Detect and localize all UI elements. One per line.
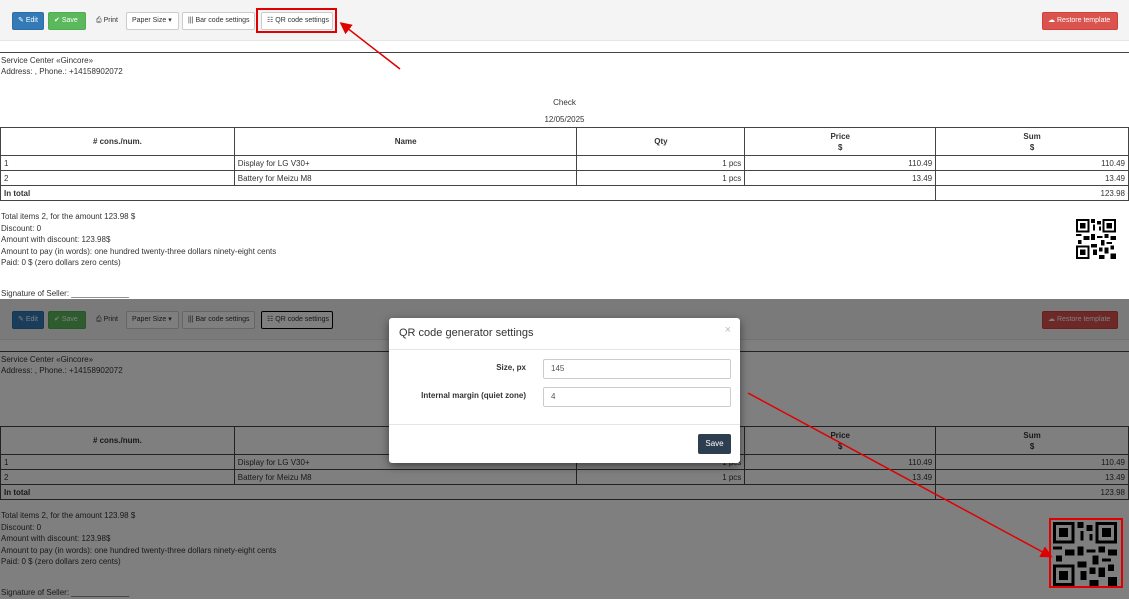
qr-code-image — [1076, 219, 1116, 259]
save-button[interactable]: ✔ Save — [48, 311, 86, 329]
bar-code-settings-button[interactable]: ||| Bar code settings — [182, 12, 255, 30]
margin-label: Internal margin (quiet zone) — [421, 391, 526, 400]
bar-code-settings-button[interactable]: ||| Bar code settings — [182, 311, 255, 329]
receipt-document: Service Center «Gincore» Address: , Phon… — [0, 52, 1129, 300]
caret-down-icon: ▾ — [168, 316, 172, 323]
header-sum: Sum $ — [935, 127, 1129, 156]
print-button[interactable]: ⎙ Print — [90, 12, 120, 30]
restore-template-button[interactable]: ☁ Restore template — [1042, 311, 1118, 329]
cloud-upload-icon: ☁ — [1048, 316, 1055, 323]
margin-input[interactable]: 4 — [543, 387, 731, 407]
table-total-row: In total 123.98 — [0, 484, 1129, 500]
qr-settings-modal: QR code generator settings × Size, px 14… — [389, 318, 740, 463]
check-icon: ✔ — [54, 316, 60, 323]
table-total-row: In total 123.98 — [0, 185, 1129, 201]
header-price: Price $ — [744, 426, 937, 455]
seller-signature: Signature of Seller: _____________ — [1, 289, 130, 298]
modal-title: QR code generator settings — [399, 327, 534, 339]
table-row: 1 Display for LG V30+ 1 pcs 110.49 110.4… — [0, 155, 1129, 171]
size-input[interactable]: 145 — [543, 359, 731, 379]
pencil-icon: ✎ — [18, 17, 24, 24]
paper-size-dropdown[interactable]: Paper Size ▾ — [126, 12, 179, 30]
check-icon: ✔ — [54, 17, 60, 24]
org-name: Service Center «Gincore» — [1, 355, 94, 364]
items-table: # cons./num. Name Qty Price $ Sum $ 1 Disp… — [0, 127, 1129, 201]
size-label: Size, px — [496, 363, 526, 372]
table-row: 2 Battery for Meizu M8 1 pcs 13.49 13.49 — [0, 469, 1129, 485]
modal-save-button[interactable]: Save — [698, 434, 731, 454]
header-price: Price $ — [744, 127, 937, 156]
top-screenshot-panel: ✎ Edit ✔ Save ⎙ Print Paper Size ▾ ||| Bar c… — [0, 0, 1129, 300]
toolbar: ✎ Edit ✔ Save ⎙ Print Paper Size ▾ ||| Bar c… — [0, 0, 1129, 41]
qr-code-settings-button[interactable]: ☷ QR code settings — [261, 311, 333, 329]
org-name: Service Center «Gincore» — [1, 56, 94, 65]
margin-form-row: Internal margin (quiet zone) 4 — [389, 387, 740, 407]
printer-icon: ⎙ — [96, 17, 102, 24]
header-num: # cons./num. — [0, 127, 235, 156]
table-row: 2 Battery for Meizu M8 1 pcs 13.49 13.49 — [0, 170, 1129, 186]
organization-info: Service Center «Gincore» Address: , Phon… — [1, 354, 123, 376]
size-form-row: Size, px 145 — [389, 359, 740, 379]
summary-block: Total items 2, for the amount 123.98 $ D… — [1, 511, 277, 566]
header-qty: Qty — [576, 127, 746, 156]
close-icon[interactable]: × — [725, 324, 731, 336]
summary-block: Total items 2, for the amount 123.98 $ D… — [1, 212, 277, 267]
barcode-icon: ||| — [188, 17, 194, 24]
caret-down-icon: ▾ — [168, 17, 172, 24]
pencil-icon: ✎ — [18, 316, 24, 323]
org-contact: Address: , Phone.: +14158902072 — [1, 366, 123, 375]
header-num: # cons./num. — [0, 426, 235, 455]
seller-signature: Signature of Seller: _____________ — [1, 588, 130, 597]
paper-size-dropdown[interactable]: Paper Size ▾ — [126, 311, 179, 329]
qr-button-highlight — [256, 8, 337, 33]
print-button[interactable]: ⎙ Print — [90, 311, 120, 329]
modal-header: QR code generator settings × — [389, 318, 740, 350]
cloud-upload-icon: ☁ — [1048, 17, 1055, 24]
edit-button[interactable]: ✎ Edit — [12, 12, 44, 30]
barcode-icon: ||| — [188, 316, 194, 323]
printer-icon: ⎙ — [96, 316, 102, 323]
edit-button[interactable]: ✎ Edit — [12, 311, 44, 329]
org-contact: Address: , Phone.: +14158902072 — [1, 67, 123, 76]
document-title: Check — [553, 98, 576, 107]
save-button[interactable]: ✔ Save — [48, 12, 86, 30]
header-name: Name — [233, 127, 578, 156]
header-sum: Sum $ — [935, 426, 1129, 455]
qr-image-highlight — [1049, 518, 1123, 588]
organization-info: Service Center «Gincore» Address: , Phon… — [1, 55, 123, 77]
restore-template-button[interactable]: ☁ Restore template — [1042, 12, 1118, 30]
qrcode-icon: ☷ — [267, 316, 274, 323]
table-header-row: # cons./num. Name Qty Price $ Sum $ — [0, 127, 1129, 156]
document-date: 12/05/2025 — [544, 115, 585, 124]
modal-footer: Save — [389, 424, 740, 463]
